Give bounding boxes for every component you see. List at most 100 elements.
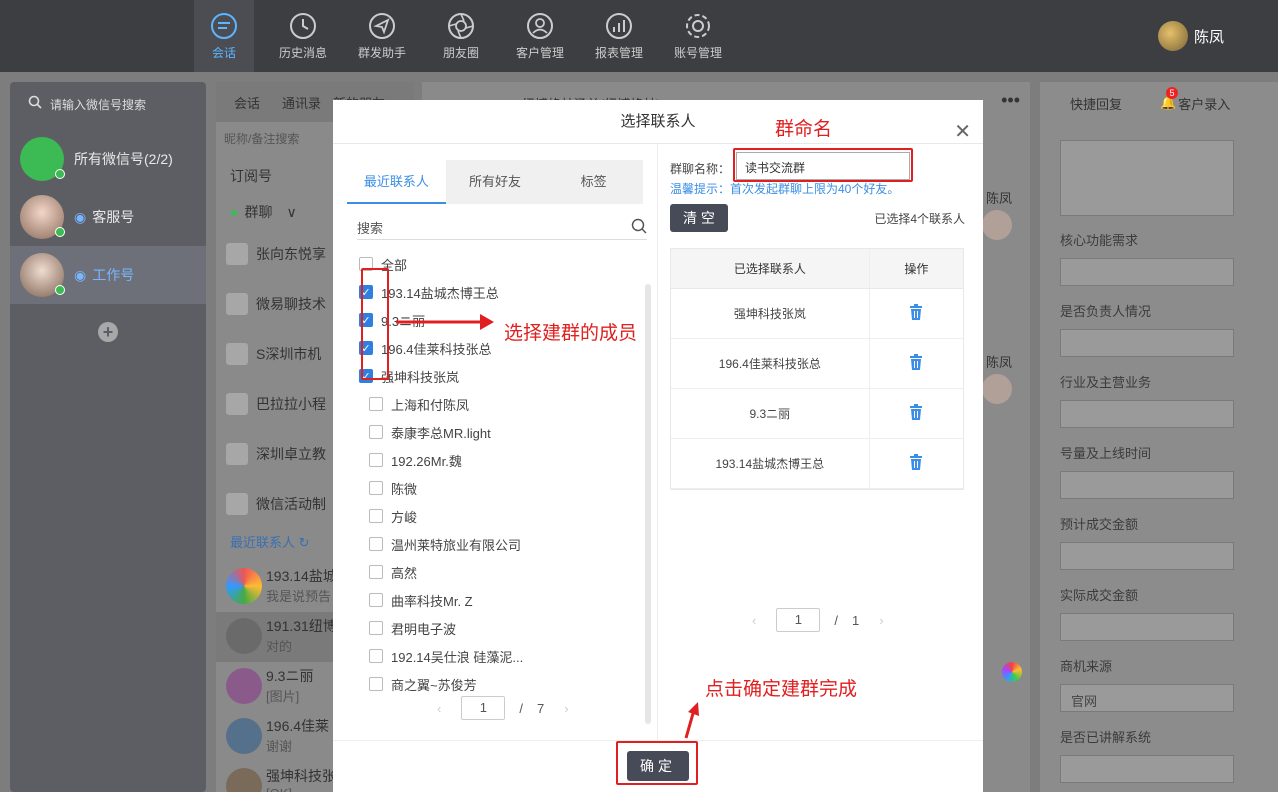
- tab-contacts[interactable]: 通讯录: [282, 93, 321, 112]
- trash-icon[interactable]: [909, 454, 923, 473]
- account-work[interactable]: ◉ 工作号: [10, 246, 206, 304]
- page-input[interactable]: 1: [461, 696, 506, 720]
- tab-quick-reply[interactable]: 快捷回复: [1070, 94, 1122, 113]
- chat-icon: [194, 12, 254, 40]
- contact-search-input[interactable]: 搜索: [357, 214, 647, 240]
- nav-label: 报表管理: [594, 46, 643, 60]
- field-input[interactable]: [1060, 400, 1234, 428]
- next-page-icon[interactable]: ›: [564, 701, 568, 716]
- contact-item[interactable]: ✓ 强坤科技张岚: [359, 362, 649, 390]
- avatar: [226, 618, 262, 654]
- sender-name: 陈凤: [986, 191, 1013, 206]
- members-highlight: [361, 268, 389, 380]
- bell-icon: 🔔 5: [1160, 87, 1179, 110]
- contact-item[interactable]: 曲率科技Mr. Z: [359, 586, 649, 614]
- prev-page-icon[interactable]: ‹: [752, 613, 756, 628]
- contact-name: 温州莱特旅业有限公司: [391, 537, 522, 553]
- contact-item[interactable]: 192.14吴仕浪 硅藻泥...: [359, 642, 649, 670]
- page-separator: /: [834, 612, 838, 628]
- prev-page-icon[interactable]: ‹: [437, 701, 441, 716]
- contact-checkbox[interactable]: [369, 509, 383, 523]
- group-name: 张向东悦享: [256, 246, 326, 262]
- notification-badge: 5: [1166, 87, 1179, 99]
- field-input[interactable]: [1060, 329, 1234, 357]
- field-input[interactable]: [1060, 258, 1234, 286]
- arrow-right-icon: [396, 312, 496, 335]
- field-input[interactable]: [1060, 542, 1234, 570]
- contact-checkbox[interactable]: [369, 481, 383, 495]
- account-service[interactable]: ◉ 客服号: [10, 188, 206, 246]
- tab-recent-contacts[interactable]: 最近联系人: [347, 160, 446, 204]
- contact-item[interactable]: 方峻: [359, 502, 649, 530]
- clear-button[interactable]: 清 空: [670, 204, 728, 232]
- field-input[interactable]: 官网: [1060, 684, 1234, 712]
- nav-item-0[interactable]: 会话: [194, 0, 254, 72]
- nav-item-1[interactable]: 历史消息: [273, 0, 333, 72]
- contact-checkbox[interactable]: [369, 677, 383, 691]
- contact-item[interactable]: 泰康李总MR.light: [359, 418, 649, 446]
- nav-item-3[interactable]: 朋友圈: [431, 0, 491, 72]
- nav-item-2[interactable]: 群发助手: [352, 0, 412, 72]
- contact-item[interactable]: 192.26Mr.魏: [359, 446, 649, 474]
- nav-item-5[interactable]: 报表管理: [589, 0, 649, 72]
- contact-item[interactable]: 君明电子波: [359, 614, 649, 642]
- nav-item-6[interactable]: 账号管理: [668, 0, 728, 72]
- avatar: [226, 568, 262, 604]
- contact-item[interactable]: 高然: [359, 558, 649, 586]
- page-input[interactable]: 1: [776, 608, 821, 632]
- contact-item[interactable]: 商之翼~苏俊芳: [359, 670, 649, 698]
- field-input[interactable]: [1060, 471, 1234, 499]
- add-account-icon[interactable]: +: [98, 322, 118, 342]
- group-limit-hint: 温馨提示：首次发起群聊上限为40个好友。: [670, 182, 900, 196]
- field-input[interactable]: [1060, 755, 1234, 783]
- nav-label: 客户管理: [515, 46, 564, 60]
- contact-checkbox[interactable]: [369, 649, 383, 663]
- contact-checkbox[interactable]: [369, 425, 383, 439]
- user-profile[interactable]: 陈凤: [1158, 20, 1224, 52]
- more-icon[interactable]: •••: [1001, 90, 1020, 111]
- recent-preview: 对的: [266, 639, 293, 654]
- nav-item-4[interactable]: 客户管理: [510, 0, 570, 72]
- contact-name: 泰康李总MR.light: [391, 425, 491, 441]
- trash-icon[interactable]: [909, 354, 923, 373]
- account-search-input[interactable]: 请输入微信号搜索: [10, 82, 206, 126]
- trash-icon[interactable]: [909, 404, 923, 423]
- contact-item[interactable]: 陈微: [359, 474, 649, 502]
- next-page-icon[interactable]: ›: [879, 613, 883, 628]
- dialog-header: 选择联系人 ✕: [333, 100, 983, 144]
- contact-item[interactable]: ✓ 193.14盐城杰博王总: [359, 278, 649, 306]
- recent-preview: 谢谢: [266, 739, 293, 754]
- group-avatar: [226, 293, 248, 315]
- dialog-title: 选择联系人: [620, 113, 696, 130]
- photos-icon[interactable]: [1002, 662, 1022, 682]
- table-header: 已选择联系人 操作: [671, 249, 963, 289]
- nav-label: 会话: [211, 46, 236, 60]
- contact-checkbox[interactable]: [369, 565, 383, 579]
- tab-conversations[interactable]: 会话: [234, 93, 260, 112]
- contact-checkbox[interactable]: [369, 453, 383, 467]
- annotation-click-ok: 点击确定建群完成: [705, 678, 858, 700]
- select-all-item[interactable]: 全部: [359, 250, 649, 278]
- field-label: 预计成交金额: [1060, 517, 1139, 532]
- contact-item[interactable]: 温州莱特旅业有限公司: [359, 530, 649, 558]
- contact-checkbox[interactable]: [369, 593, 383, 607]
- field-label: 行业及主营业务: [1060, 375, 1152, 390]
- contact-list-scrollbar[interactable]: [645, 284, 651, 724]
- sender-name: 陈凤: [986, 355, 1013, 370]
- selected-table: 已选择联系人 操作 强坤科技张岚 196.4佳莱科技张总 9.3ニ丽 193.14盐城…: [670, 248, 964, 490]
- notes-textarea[interactable]: [1060, 140, 1234, 216]
- search-icon[interactable]: [631, 218, 647, 237]
- contact-checkbox[interactable]: [369, 621, 383, 635]
- trash-icon[interactable]: [909, 304, 923, 323]
- tab-labels[interactable]: 标签: [544, 160, 644, 204]
- tab-all-friends[interactable]: 所有好友: [445, 160, 545, 204]
- account-all[interactable]: 所有微信号(2/2): [10, 130, 206, 188]
- table-row: 196.4佳莱科技张总: [671, 339, 963, 389]
- field-input[interactable]: [1060, 613, 1234, 641]
- contact-item[interactable]: 上海和付陈凤: [359, 390, 649, 418]
- chat-bubble-icon: ●: [230, 204, 239, 220]
- tab-customer-entry[interactable]: 客户录入: [1178, 94, 1230, 113]
- recent-label: 最近联系人: [230, 535, 296, 550]
- contact-checkbox[interactable]: [369, 397, 383, 411]
- contact-checkbox[interactable]: [369, 537, 383, 551]
